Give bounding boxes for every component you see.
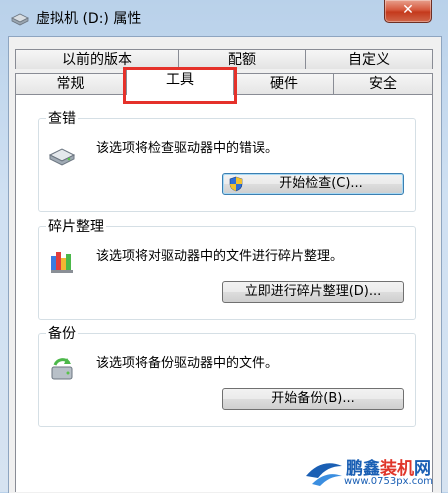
title-bar: 虚拟机 (D:) 属性 ✕ bbox=[0, 0, 448, 36]
drive-icon bbox=[11, 13, 29, 26]
defrag-description: 该选项将对驱动器中的文件进行碎片整理。 bbox=[96, 249, 344, 264]
shield-icon bbox=[229, 176, 243, 192]
tab-customize[interactable]: 自定义 bbox=[305, 49, 433, 69]
start-check-button[interactable]: 开始检查(C)... bbox=[222, 173, 404, 195]
tab-general[interactable]: 常规 bbox=[15, 73, 126, 95]
defrag-group bbox=[38, 226, 416, 320]
backup-group bbox=[38, 333, 416, 427]
window-title: 虚拟机 (D:) 属性 bbox=[36, 11, 142, 27]
close-button[interactable]: ✕ bbox=[384, 0, 432, 23]
annotation-highlight-box bbox=[123, 67, 237, 104]
tab-quota[interactable]: 配额 bbox=[178, 49, 306, 69]
tab-previous-versions[interactable]: 以前的版本 bbox=[15, 49, 179, 69]
drive-icon bbox=[48, 148, 76, 166]
tab-security[interactable]: 安全 bbox=[333, 73, 433, 95]
error-check-label: 查错 bbox=[46, 108, 78, 128]
defrag-icon bbox=[51, 252, 73, 273]
watermark-url: www.0753px.com bbox=[344, 476, 434, 487]
defrag-now-button[interactable]: 立即进行碎片整理(D)... bbox=[222, 281, 404, 303]
backup-icon bbox=[51, 358, 73, 380]
error-check-group bbox=[38, 118, 416, 212]
backup-description: 该选项将备份驱动器中的文件。 bbox=[96, 356, 279, 371]
start-backup-button[interactable]: 开始备份(B)... bbox=[222, 388, 404, 410]
tab-hardware[interactable]: 硬件 bbox=[234, 73, 334, 95]
error-check-description: 该选项将检查驱动器中的错误。 bbox=[96, 141, 279, 156]
start-check-label: 开始检查(C)... bbox=[279, 176, 363, 191]
backup-label: 备份 bbox=[46, 323, 78, 343]
defrag-label: 碎片整理 bbox=[46, 216, 106, 236]
